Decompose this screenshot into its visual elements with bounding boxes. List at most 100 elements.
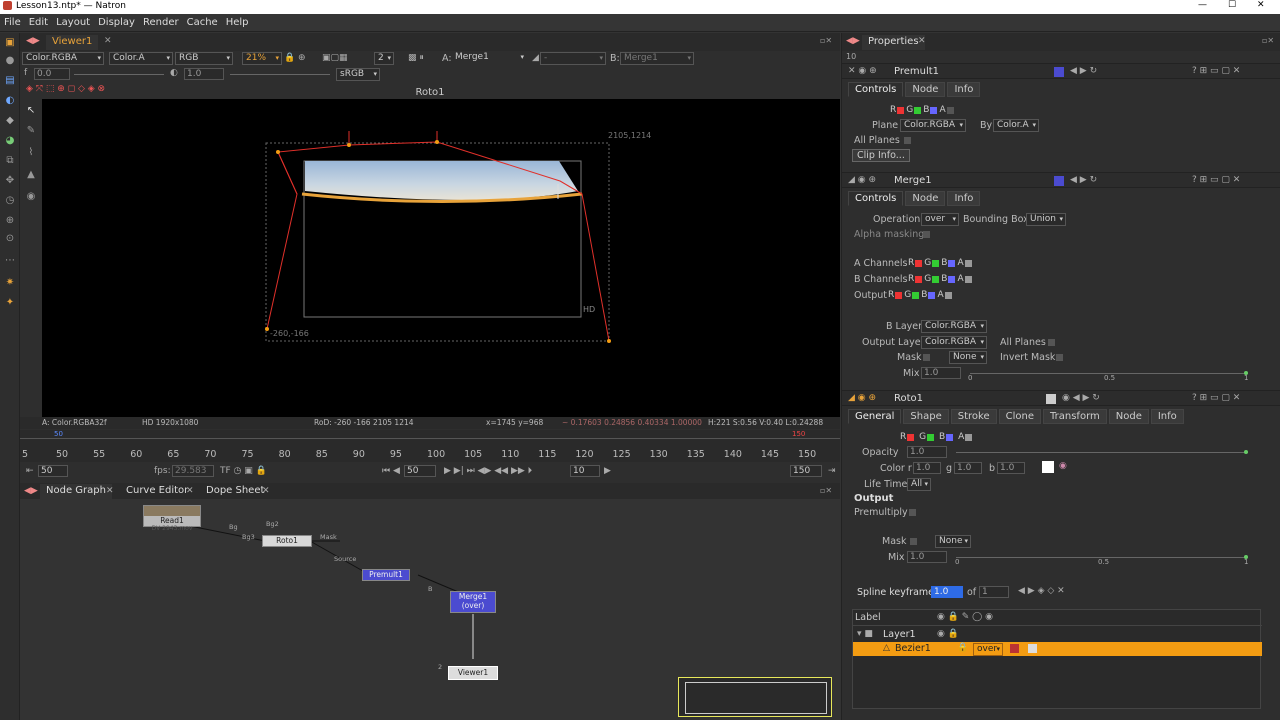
premult-by-select[interactable]: Color.A (993, 119, 1039, 132)
merge-alpha-masking-check[interactable] (923, 231, 930, 238)
float-properties-icon[interactable]: ▫✕ (1262, 36, 1274, 45)
bezier-point[interactable] (347, 143, 351, 147)
roto-mix-field[interactable]: 1.0 (907, 551, 947, 563)
bezier-point[interactable] (276, 150, 280, 154)
properties-pane-menu-icon[interactable]: ◀▶ (846, 36, 860, 46)
close-window-button[interactable]: ✕ (1257, 0, 1265, 10)
roto-channels[interactable]: R G B A (900, 432, 974, 442)
gain-field[interactable]: 0.0 (34, 68, 70, 80)
merge-out-b-check[interactable] (928, 291, 936, 299)
merge-b-r-check[interactable] (915, 275, 923, 283)
roto-color-g-field[interactable]: 1.0 (954, 462, 982, 474)
merge-a-r-check[interactable] (915, 259, 923, 267)
spline-count-field[interactable]: 1 (979, 586, 1009, 598)
nodegraph-canvas[interactable]: Read1 DV 2943.mov Bg Bg2 Bg3 Mask Roto1 … (20, 499, 840, 720)
bezier-point[interactable] (607, 339, 611, 343)
premult-channels[interactable]: R G B A (890, 105, 956, 115)
roto-name[interactable]: Roto1 (894, 393, 923, 404)
timeline-end-marker[interactable]: 150 (792, 430, 805, 438)
merge-b-channels[interactable]: RGBA (908, 274, 974, 284)
tree-bezier-lock-icon[interactable]: 🔒 (957, 643, 968, 653)
colorspace-select[interactable]: sRGB (336, 68, 380, 81)
pen-icon[interactable]: ✎ (25, 125, 37, 137)
first-frame-icon[interactable]: ⏮ ◀ (382, 466, 400, 476)
zoom-select[interactable]: 21% (242, 52, 282, 65)
gain-icon[interactable]: f (24, 68, 27, 78)
merge-tab-info[interactable]: Info (947, 191, 981, 206)
set-out-point-icon[interactable]: ⇥ (828, 466, 836, 476)
other-icon[interactable]: ⊕ (4, 215, 16, 227)
roto-opacity-field[interactable]: 1.0 (907, 446, 947, 458)
node-roto1[interactable]: Roto1 (262, 535, 312, 547)
roto-r-check[interactable] (907, 433, 915, 441)
maximize-button[interactable]: ☐ (1228, 0, 1236, 10)
merge-b-g-check[interactable] (932, 275, 940, 283)
merge-a-b-check[interactable] (948, 259, 956, 267)
blur-icon[interactable]: ◉ (25, 191, 37, 203)
nodegraph-navigator[interactable] (678, 677, 832, 717)
tree-expand-icon[interactable]: ▾ ■ (857, 629, 873, 639)
frame-end-field[interactable]: 150 (790, 465, 822, 477)
frame-increment-field[interactable]: 10 (570, 465, 600, 477)
merge-out-r-check[interactable] (895, 291, 903, 299)
bezier-point[interactable] (435, 140, 439, 144)
tree-bezier-overlay-swatch[interactable] (1010, 644, 1019, 653)
keyframe-nav-icons[interactable]: ◀ ▶ ◈ ◇ ✕ (1018, 586, 1065, 596)
frame-start-field[interactable]: 50 (38, 465, 68, 477)
roto-color-r-field[interactable]: 1.0 (913, 462, 941, 474)
turbo-icon[interactable]: TF ◷ ▣ 🔒 (220, 466, 267, 476)
premult-undo-icon[interactable]: ◀ ▶ ↻ (1070, 66, 1097, 76)
merge-out-g-check[interactable] (912, 291, 920, 299)
premult-r-check[interactable] (897, 106, 905, 114)
premult-help-icon[interactable]: ? ⊞ ▭ ▢ ✕ (1192, 66, 1240, 76)
premult-tab-info[interactable]: Info (947, 82, 981, 97)
menu-file[interactable]: File (4, 17, 21, 28)
keyer-icon[interactable]: ◕ (4, 135, 16, 147)
current-frame-field[interactable]: 50 (404, 465, 436, 477)
wipe-icon[interactable]: ◢ (532, 53, 539, 63)
cursor-icon[interactable]: ↖ (25, 105, 37, 117)
gamma-icon[interactable]: ◐ (170, 68, 178, 78)
spline-keyframe-field[interactable]: 1.0 (931, 586, 963, 598)
roto-b-check[interactable] (946, 433, 954, 441)
merge-bbox-select[interactable]: Union (1026, 213, 1066, 226)
premult-color-swatch[interactable] (1054, 67, 1064, 77)
merge-a-a-check[interactable] (964, 259, 972, 267)
lock-icon[interactable]: 🔒 (284, 53, 295, 63)
clone-icon[interactable]: ▲ (25, 169, 37, 181)
merge-help-icon[interactable]: ? ⊞ ▭ ▢ ✕ (1192, 175, 1240, 185)
extra-icon[interactable]: ✷ (4, 277, 16, 289)
timeline-start-marker[interactable]: 50 (54, 430, 63, 438)
brush-icon[interactable]: ⌇ (25, 147, 37, 159)
menu-layout[interactable]: Layout (56, 17, 90, 28)
roto-tab-general[interactable]: General (848, 409, 902, 424)
roto-color-b-field[interactable]: 1.0 (997, 462, 1025, 474)
merge-collapse-icon[interactable]: ◢ ◉ ⊕ (848, 175, 876, 185)
merge-a-channels[interactable]: RGBA (908, 258, 974, 268)
roto-undo-icon[interactable]: ◉ ◀ ▶ ↻ (1062, 393, 1100, 403)
close-viewer-tab-icon[interactable]: ✕ (104, 36, 112, 46)
premult-b-check[interactable] (930, 106, 938, 114)
merge-color-swatch[interactable] (1054, 176, 1064, 186)
merge-operation-select[interactable]: over (921, 213, 959, 226)
close-properties-tab-icon[interactable]: ✕ (918, 36, 926, 46)
node-read1[interactable]: Read1 DV 2943.mov (143, 505, 201, 532)
merge-output-layer-select[interactable]: Color.RGBA (921, 336, 987, 349)
filter-icon[interactable]: ◆ (4, 115, 16, 127)
roto-opacity-slider[interactable] (956, 452, 1248, 453)
next-increment-icon[interactable]: ▶ (604, 466, 611, 476)
roto-mask-select[interactable]: None (935, 535, 971, 548)
node-premult1[interactable]: Premult1 (362, 569, 410, 581)
gamma-slider[interactable] (230, 74, 330, 75)
layer-select[interactable]: Color.RGBA (22, 52, 104, 65)
fps-field[interactable]: 29.583 (172, 465, 214, 477)
image-icon[interactable]: ▣ (4, 37, 16, 49)
channel-icon[interactable]: ▤ (4, 75, 16, 87)
merge-mask-select[interactable]: None (949, 351, 987, 364)
premult-tab-node[interactable]: Node (905, 82, 946, 97)
merge-tab-node[interactable]: Node (905, 191, 946, 206)
roto-help-icon[interactable]: ? ⊞ ▭ ▢ ✕ (1192, 393, 1240, 403)
roto-tab-info[interactable]: Info (1150, 409, 1184, 424)
tab-viewer1[interactable]: Viewer1 (46, 35, 99, 50)
roto-tab-transform[interactable]: Transform (1043, 409, 1107, 424)
